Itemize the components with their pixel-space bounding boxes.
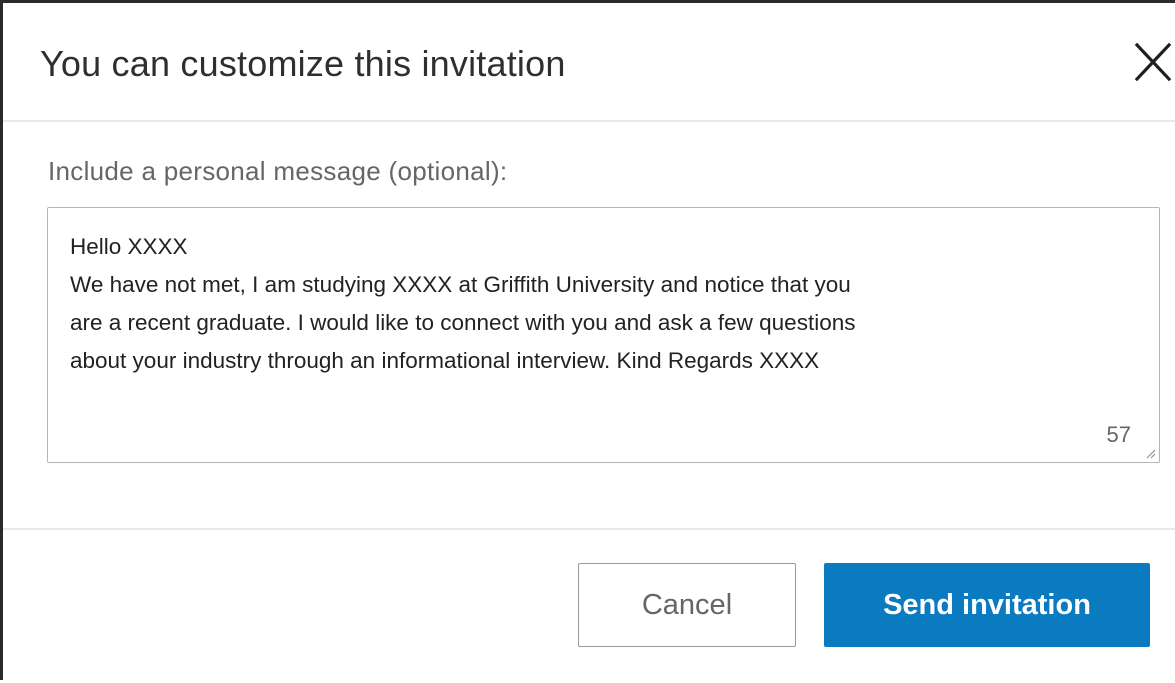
invitation-dialog: You can customize this invitation Includ… xyxy=(0,0,1175,680)
close-button[interactable] xyxy=(1131,41,1175,85)
resize-grip-icon[interactable] xyxy=(1144,447,1156,459)
message-label: Include a personal message (optional): xyxy=(48,156,508,186)
send-invitation-button[interactable]: Send invitation xyxy=(824,563,1150,647)
message-text[interactable]: Hello XXXX We have not met, I am studyin… xyxy=(70,228,1140,380)
dialog-body: Include a personal message (optional): H… xyxy=(3,122,1175,530)
dialog-header: You can customize this invitation xyxy=(3,3,1175,122)
message-textarea[interactable]: Hello XXXX We have not met, I am studyin… xyxy=(47,207,1160,463)
character-counter: 57 xyxy=(1106,422,1131,447)
dialog-title: You can customize this invitation xyxy=(40,43,566,84)
dialog-footer: Cancel Send invitation xyxy=(3,530,1175,683)
cancel-button[interactable]: Cancel xyxy=(578,563,796,647)
close-icon xyxy=(1134,42,1172,82)
